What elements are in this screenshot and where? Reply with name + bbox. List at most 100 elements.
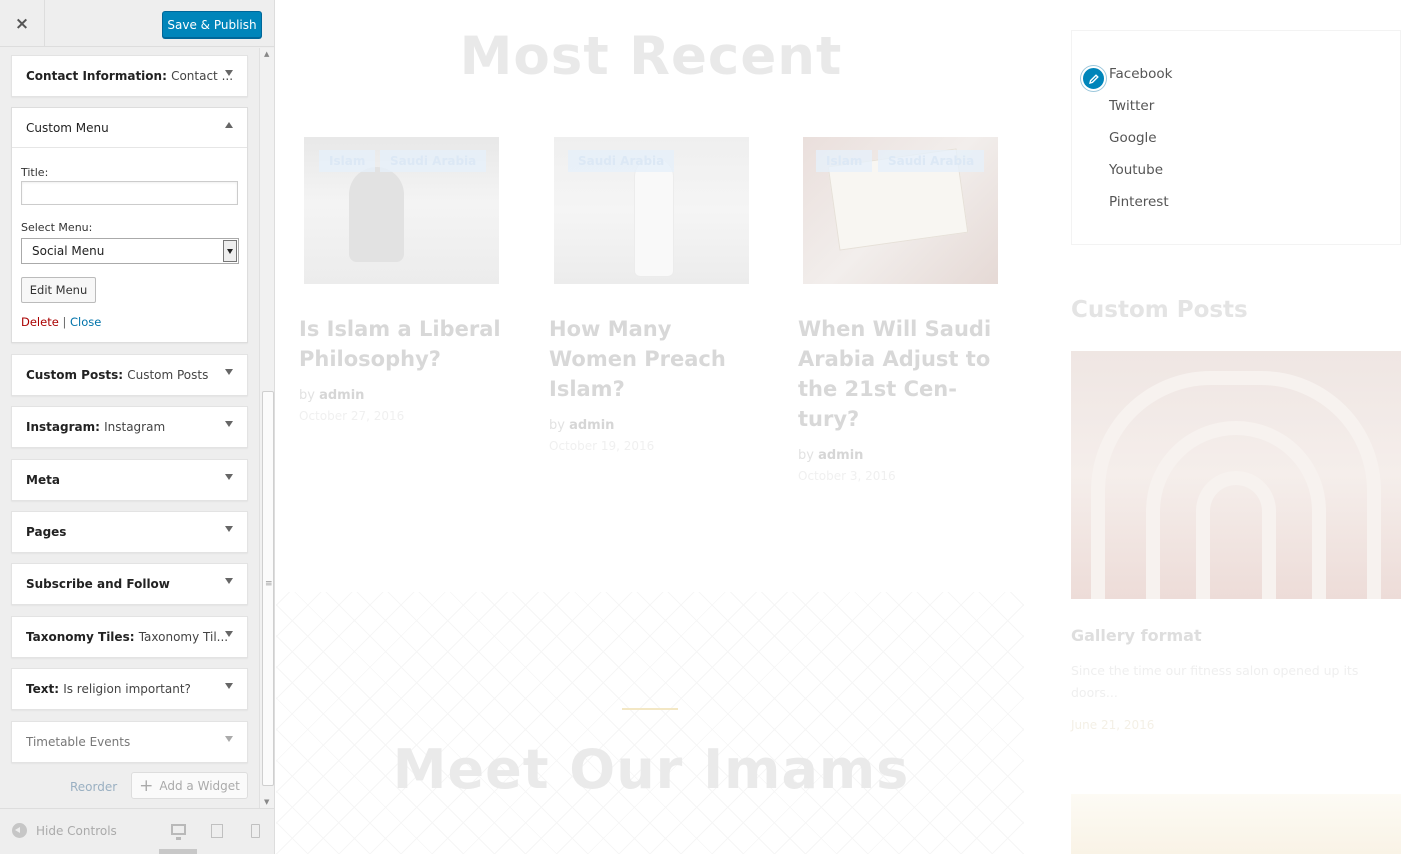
post-author[interactable]: admin [818, 448, 863, 463]
custom-post-title[interactable]: Gallery format [1071, 626, 1202, 645]
widget-subtitle: Custom Posts [127, 368, 209, 382]
widget-subscribe-follow[interactable]: Subscribe and Follow [11, 563, 248, 605]
post-tag[interactable]: Saudi Arabia [568, 150, 675, 172]
hide-controls-label: Hide Controls [36, 823, 117, 838]
widget-header[interactable]: Instagram: Instagram [12, 407, 247, 447]
widget-header[interactable]: Text: Is religion important? [12, 669, 247, 709]
expand-arrow-icon[interactable] [225, 578, 233, 584]
post-byline: by admin [549, 418, 749, 433]
widget-contact-information[interactable]: Contact Information: Contact ... [11, 55, 248, 97]
image-figure [349, 167, 404, 262]
widget-header[interactable]: Taxonomy Tiles: Taxonomy Til... [12, 617, 247, 657]
expand-arrow-icon[interactable] [225, 421, 233, 427]
widget-instagram[interactable]: Instagram: Instagram [11, 406, 248, 448]
post-card[interactable]: Saudi Arabia How Many Women Preach Islam… [549, 137, 749, 453]
widget-subtitle: Taxonomy Til... [138, 630, 229, 644]
collapse-icon [12, 823, 27, 838]
post-title[interactable]: Is Islam a Liberal Philosophy? [299, 314, 509, 374]
widget-header[interactable]: Custom Menu [12, 108, 247, 148]
widgets-panel: Contact Information: Contact ... Custom … [0, 48, 260, 808]
add-widget-label: Add a Widget [159, 778, 240, 793]
social-menu-widget: Facebook Twitter Google Youtube Pinteres… [1071, 30, 1401, 245]
post-card[interactable]: Islam Saudi Arabia Is Islam a Liberal Ph… [299, 137, 501, 423]
post-image[interactable]: Islam Saudi Arabia [803, 137, 998, 284]
widget-custom-menu: Custom Menu Title: Select Menu: Social M… [11, 107, 248, 343]
arch-shape [1196, 471, 1276, 599]
widget-timetable-events[interactable]: Timetable Events [11, 721, 248, 763]
add-widget-button[interactable]: + Add a Widget [131, 772, 248, 799]
delete-link[interactable]: Delete [21, 315, 59, 329]
widget-header[interactable]: Meta [12, 460, 247, 500]
widget-header[interactable]: Custom Posts: Custom Posts [12, 355, 247, 395]
post-author[interactable]: admin [569, 418, 614, 433]
scroll-down-icon[interactable]: ▼ [264, 798, 269, 806]
actions-separator: | [62, 315, 67, 329]
social-link-google[interactable]: Google [1109, 130, 1157, 146]
social-link-youtube[interactable]: Youtube [1109, 162, 1163, 178]
widget-title: Subscribe and Follow [26, 577, 170, 591]
customizer-sidebar: × Save & Publish Contact Information: Co… [0, 0, 275, 854]
widget-custom-posts[interactable]: Custom Posts: Custom Posts [11, 354, 248, 396]
widget-header[interactable]: Pages [12, 512, 247, 552]
customizer-footer: Hide Controls [0, 808, 274, 854]
divider-line [622, 708, 678, 710]
post-tag[interactable]: Islam [319, 150, 376, 172]
expand-arrow-icon[interactable] [225, 526, 233, 532]
expand-arrow-icon[interactable] [225, 474, 233, 480]
expand-arrow-icon[interactable] [225, 369, 233, 375]
expand-arrow-icon[interactable] [225, 631, 233, 637]
post-tag[interactable]: Islam [816, 150, 873, 172]
post-tag[interactable]: Saudi Arabia [878, 150, 985, 172]
desktop-preview-icon[interactable] [171, 824, 186, 840]
edit-menu-button[interactable]: Edit Menu [21, 277, 96, 303]
custom-post-image[interactable] [1071, 351, 1401, 599]
pattern-background [276, 592, 1024, 854]
widget-meta[interactable]: Meta [11, 459, 248, 501]
widget-header[interactable]: Subscribe and Follow [12, 564, 247, 604]
expand-arrow-icon[interactable] [225, 736, 233, 742]
sidebar-scrollbar[interactable]: ▲ ≡ ▼ [259, 48, 274, 808]
social-link-twitter[interactable]: Twitter [1109, 98, 1154, 114]
post-image[interactable]: Islam Saudi Arabia [304, 137, 499, 284]
post-title[interactable]: How Many Women Preach Islam? [549, 314, 759, 404]
post-byline: by admin [798, 448, 998, 463]
expand-arrow-icon[interactable] [225, 683, 233, 689]
widget-header[interactable]: Timetable Events [12, 722, 247, 762]
widget-taxonomy-tiles[interactable]: Taxonomy Tiles: Taxonomy Til... [11, 616, 248, 658]
widget-subtitle: Instagram [104, 420, 166, 434]
widget-pages[interactable]: Pages [11, 511, 248, 553]
chevron-down-icon[interactable] [223, 240, 237, 262]
post-title[interactable]: When Will Saudi Arabia Adjust to the 21s… [798, 314, 1008, 434]
tablet-preview-icon[interactable] [211, 824, 223, 838]
post-image[interactable]: Saudi Arabia [554, 137, 749, 284]
post-byline: by admin [299, 388, 499, 403]
custom-post-date: June 21, 2016 [1071, 718, 1155, 732]
expand-arrow-icon[interactable] [225, 70, 233, 76]
close-customizer-icon[interactable]: × [0, 0, 45, 47]
mobile-preview-icon[interactable] [251, 824, 260, 838]
byline-prefix: by [299, 388, 315, 403]
post-card[interactable]: Islam Saudi Arabia When Will Saudi Arabi… [798, 137, 998, 483]
social-link-facebook[interactable]: Facebook [1109, 66, 1172, 82]
save-publish-button[interactable]: Save & Publish [162, 11, 262, 38]
close-link[interactable]: Close [70, 315, 101, 329]
title-input[interactable] [21, 181, 238, 205]
post-tag[interactable]: Saudi Arabia [380, 150, 487, 172]
social-link-pinterest[interactable]: Pinterest [1109, 194, 1169, 210]
scrollbar-thumb[interactable]: ≡ [262, 391, 274, 786]
post-date: October 19, 2016 [549, 439, 655, 453]
select-menu-value: Social Menu [32, 244, 105, 258]
post-author[interactable]: admin [319, 388, 364, 403]
widget-header[interactable]: Contact Information: Contact ... [12, 56, 247, 96]
widget-text[interactable]: Text: Is religion important? [11, 668, 248, 710]
reorder-link[interactable]: Reorder [70, 780, 117, 794]
plus-icon: + [139, 775, 154, 796]
hide-controls-button[interactable]: Hide Controls [12, 823, 117, 838]
scroll-up-icon[interactable]: ▲ [264, 50, 269, 58]
custom-posts-title: Custom Posts [1071, 297, 1248, 323]
next-post-image[interactable] [1071, 794, 1401, 854]
widget-title: Custom Posts: [26, 368, 124, 382]
collapse-arrow-icon[interactable] [225, 122, 233, 128]
edit-shortcut-pencil-icon[interactable] [1081, 66, 1106, 91]
select-menu-dropdown[interactable]: Social Menu [21, 238, 239, 264]
